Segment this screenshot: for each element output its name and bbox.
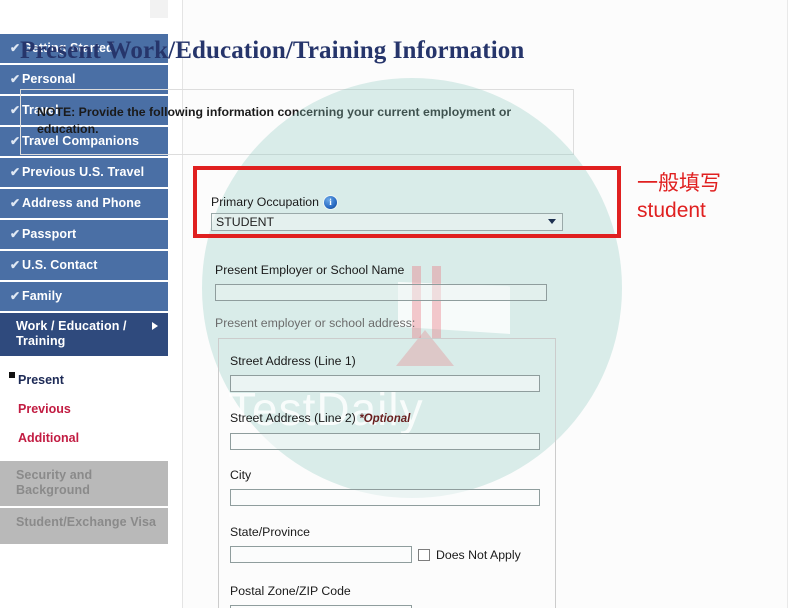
page-title: Present Work/Education/Training Informat… bbox=[20, 36, 525, 64]
sidebar-subitem-additional[interactable]: Additional bbox=[0, 424, 168, 453]
state-province-row: Does Not Apply bbox=[230, 546, 521, 563]
address-panel: Street Address (Line 1) Street Address (… bbox=[218, 338, 556, 608]
street-address-2-label: Street Address (Line 2) bbox=[230, 411, 356, 425]
annotation-line-chinese: 一般填写 bbox=[637, 172, 721, 195]
optional-marker: *Optional bbox=[359, 413, 411, 425]
postal-zip-label: Postal Zone/ZIP Code bbox=[230, 584, 351, 598]
sidebar-subitem-label: Additional bbox=[18, 431, 80, 445]
chevron-right-icon bbox=[152, 322, 158, 330]
state-province-input[interactable] bbox=[230, 546, 412, 563]
note-box: NOTE: Provide the following information … bbox=[20, 89, 574, 155]
sidebar-item-label: Security and Background bbox=[16, 468, 93, 497]
check-icon: ✔ bbox=[10, 165, 21, 179]
employer-name-label: Present Employer or School Name bbox=[215, 263, 405, 277]
street-address-1-label: Street Address (Line 1) bbox=[230, 354, 356, 368]
sidebar-item-previous-us-travel[interactable]: ✔ Previous U.S. Travel bbox=[0, 158, 168, 187]
postal-zip-group: Postal Zone/ZIP Code Does Not Apply bbox=[230, 583, 521, 608]
address-section-heading: Present employer or school address: bbox=[215, 316, 416, 330]
state-does-not-apply-checkbox[interactable] bbox=[418, 548, 430, 561]
street-address-1-input[interactable] bbox=[230, 375, 540, 392]
sidebar-subitem-label: Previous bbox=[18, 402, 71, 416]
sidebar-item-address-and-phone[interactable]: ✔ Address and Phone bbox=[0, 189, 168, 218]
sidebar-item-label: Family bbox=[22, 289, 63, 303]
annotation-highlight-box bbox=[193, 166, 621, 238]
street-address-2-label-row: Street Address (Line 2) *Optional bbox=[230, 410, 540, 427]
state-does-not-apply-label: Does Not Apply bbox=[436, 547, 521, 562]
annotation-text: 一般填写 student bbox=[637, 170, 721, 224]
sidebar-item-us-contact[interactable]: ✔ U.S. Contact bbox=[0, 251, 168, 280]
city-input[interactable] bbox=[230, 489, 540, 506]
sidebar-item-label: Personal bbox=[22, 72, 76, 86]
city-group: City bbox=[230, 467, 540, 506]
sidebar-item-security-and-background: Security and Background bbox=[0, 461, 168, 506]
sidebar-item-label: U.S. Contact bbox=[22, 258, 98, 272]
sidebar-item-label: Student/Exchange Visa bbox=[16, 515, 157, 529]
bullet-icon bbox=[9, 372, 15, 378]
sidebar-item-label: Passport bbox=[22, 227, 77, 241]
check-icon: ✔ bbox=[10, 289, 21, 303]
check-icon: ✔ bbox=[10, 196, 21, 210]
sidebar-item-label: Address and Phone bbox=[22, 196, 142, 210]
sidebar-subitem-previous[interactable]: Previous bbox=[0, 395, 168, 424]
sidebar-item-student-exchange-visa: Student/Exchange Visa bbox=[0, 508, 168, 544]
check-icon: ✔ bbox=[10, 72, 21, 86]
street-address-1-group: Street Address (Line 1) bbox=[230, 353, 540, 392]
check-icon: ✔ bbox=[10, 227, 21, 241]
state-province-group: State/Province Does Not Apply bbox=[230, 524, 521, 563]
employer-name-input[interactable] bbox=[215, 284, 547, 301]
sidebar-item-label: Previous U.S. Travel bbox=[22, 165, 145, 179]
sidebar-item-label: Work / Education / Training bbox=[16, 319, 127, 348]
sidebar-item-work-education-training[interactable]: Work / Education / Training bbox=[0, 313, 168, 356]
city-label: City bbox=[230, 468, 252, 482]
employer-name-group: Present Employer or School Name bbox=[215, 262, 555, 301]
state-province-label: State/Province bbox=[230, 525, 310, 539]
sidebar-subitem-present[interactable]: Present bbox=[0, 366, 168, 395]
application-page: ✔ Getting Started ✔ Personal ✔ Travel ✔ Trav… bbox=[0, 0, 800, 608]
check-icon: ✔ bbox=[10, 258, 21, 272]
sidebar-subitem-label: Present bbox=[18, 373, 64, 387]
street-address-2-group: Street Address (Line 2) *Optional bbox=[230, 410, 540, 450]
sidebar-item-passport[interactable]: ✔ Passport bbox=[0, 220, 168, 249]
annotation-line-english: student bbox=[637, 199, 706, 222]
street-address-2-input[interactable] bbox=[230, 433, 540, 450]
sidebar-item-family[interactable]: ✔ Family bbox=[0, 282, 168, 311]
